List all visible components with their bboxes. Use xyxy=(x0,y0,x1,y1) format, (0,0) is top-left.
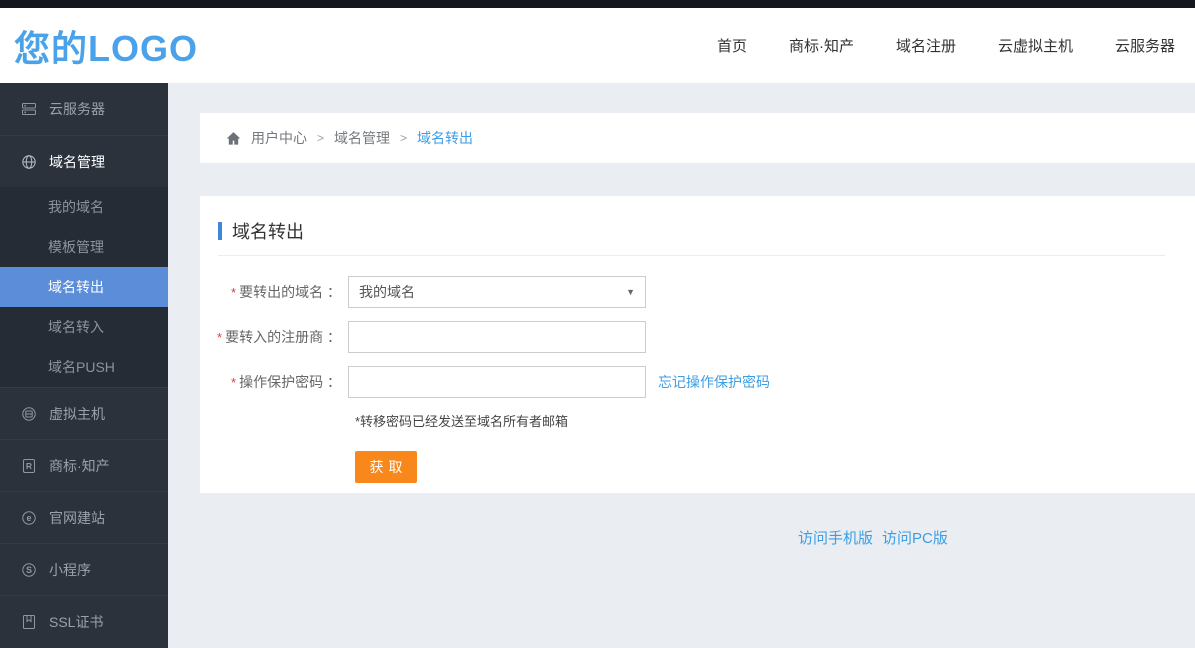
protect-password-label: * 操作保护密码 ： xyxy=(231,374,341,390)
page-title: 域名转出 xyxy=(232,222,304,242)
breadcrumb-current: 域名转出 xyxy=(417,130,474,146)
submenu-item-domain-push[interactable]: 域名PUSH xyxy=(0,347,168,387)
transfer-password-note: *转移密码已经发送至域名所有者邮箱 xyxy=(355,414,569,429)
visit-mobile-link[interactable]: 访问手机版 xyxy=(798,527,873,548)
submenu-item-domain-transfer-out[interactable]: 域名转出 xyxy=(0,267,168,307)
breadcrumb-domain-management[interactable]: 域名管理 xyxy=(334,128,390,148)
registrar-input-label: * 要转入的注册商 ： xyxy=(217,329,341,345)
top-nav: 首页 商标·知产 域名注册 云虚拟主机 云服务器 xyxy=(717,35,1175,56)
website-icon: e xyxy=(21,510,37,526)
sidebar: 云服务器 域名管理 我的域名 模板管理 域名转出 域名转入 域名PUSH 虚拟主… xyxy=(0,83,168,648)
svg-text:R: R xyxy=(26,461,32,471)
submenu-item-template-management[interactable]: 模板管理 xyxy=(0,227,168,267)
breadcrumb-separator: > xyxy=(317,131,325,145)
domain-submenu: 我的域名 模板管理 域名转出 域名转入 域名PUSH xyxy=(0,187,168,387)
sidebar-item-virtual-host[interactable]: 虚拟主机 xyxy=(0,387,168,439)
sidebar-item-cloud-server[interactable]: 云服务器 xyxy=(0,83,168,135)
breadcrumb-separator: > xyxy=(400,131,408,145)
domain-select-label: * 要转出的域名 ： xyxy=(231,284,341,300)
main-content: 用户中心 > 域名管理 > 域名转出 域名转出 * 要转出的域名 ： 我的域名 ▼… xyxy=(168,83,1195,648)
svg-text:S: S xyxy=(26,565,32,575)
domain-transfer-out-panel: 域名转出 * 要转出的域名 ： 我的域名 ▼ * 要转入的注册商 ： * 操作保护密码… xyxy=(200,196,1195,493)
host-icon xyxy=(21,406,37,422)
domain-select-wrap: 我的域名 ▼ xyxy=(348,276,646,308)
home-icon xyxy=(226,131,241,146)
footer-links: 访问手机版 访问PC版 xyxy=(798,527,948,548)
form-row-registrar: * 要转入的注册商 ： xyxy=(200,321,1195,353)
nav-item-cloud-server[interactable]: 云服务器 xyxy=(1115,35,1175,56)
required-asterisk: * xyxy=(217,330,223,345)
sidebar-item-label: 虚拟主机 xyxy=(49,405,105,422)
trademark-icon: R xyxy=(21,458,37,474)
nav-item-home[interactable]: 首页 xyxy=(717,35,747,56)
title-accent-bar xyxy=(218,222,222,240)
nav-item-domain-register[interactable]: 域名注册 xyxy=(896,35,956,56)
sidebar-item-label: 云服务器 xyxy=(49,101,105,117)
protect-password-input[interactable] xyxy=(348,366,646,398)
header: 您的LOGO 首页 商标·知产 域名注册 云虚拟主机 云服务器 xyxy=(0,8,1195,83)
sidebar-item-mini-program[interactable]: S 小程序 xyxy=(0,543,168,595)
breadcrumb: 用户中心 > 域名管理 > 域名转出 xyxy=(200,113,1195,163)
sidebar-item-domain-management[interactable]: 域名管理 xyxy=(0,135,168,187)
forgot-protect-password-link[interactable]: 忘记操作保护密码 xyxy=(658,372,770,392)
get-code-button[interactable]: 获取 xyxy=(355,451,417,483)
sidebar-item-label: 官网建站 xyxy=(49,509,105,526)
sidebar-item-label: 域名管理 xyxy=(49,153,105,170)
globe-icon xyxy=(21,154,37,170)
panel-header: 域名转出 xyxy=(200,196,1195,244)
form-row-domain: * 要转出的域名 ： 我的域名 ▼ xyxy=(200,276,1195,308)
sidebar-item-trademark[interactable]: R 商标·知产 xyxy=(0,439,168,491)
svg-text:e: e xyxy=(26,513,31,523)
sidebar-item-website-builder[interactable]: e 官网建站 xyxy=(0,491,168,543)
submenu-item-my-domains[interactable]: 我的域名 xyxy=(0,187,168,227)
site-logo[interactable]: 您的LOGO xyxy=(14,20,198,72)
nav-item-cloud-host[interactable]: 云虚拟主机 xyxy=(998,35,1073,56)
miniprogram-icon: S xyxy=(21,562,37,578)
submenu-item-domain-transfer-in[interactable]: 域名转入 xyxy=(0,307,168,347)
domain-select[interactable]: 我的域名 xyxy=(348,276,646,308)
registrar-input[interactable] xyxy=(348,321,646,353)
visit-pc-link[interactable]: 访问PC版 xyxy=(882,527,948,548)
nav-item-trademark[interactable]: 商标·知产 xyxy=(789,35,854,56)
sidebar-item-ssl-certificate[interactable]: SSL证书 xyxy=(0,595,168,647)
certificate-icon xyxy=(21,614,37,630)
server-icon xyxy=(21,101,37,117)
top-strip xyxy=(0,0,1195,8)
transfer-out-form: * 要转出的域名 ： 我的域名 ▼ * 要转入的注册商 ： * 操作保护密码 ： 忘记… xyxy=(200,256,1195,483)
required-asterisk: * xyxy=(231,285,237,300)
breadcrumb-user-center[interactable]: 用户中心 xyxy=(251,128,307,148)
sidebar-item-label: 小程序 xyxy=(49,561,91,578)
sidebar-item-label: 商标·知产 xyxy=(49,457,110,474)
form-row-protect-password: * 操作保护密码 ： 忘记操作保护密码 xyxy=(200,366,1195,398)
sidebar-item-label: SSL证书 xyxy=(49,613,104,630)
required-asterisk: * xyxy=(231,375,237,390)
